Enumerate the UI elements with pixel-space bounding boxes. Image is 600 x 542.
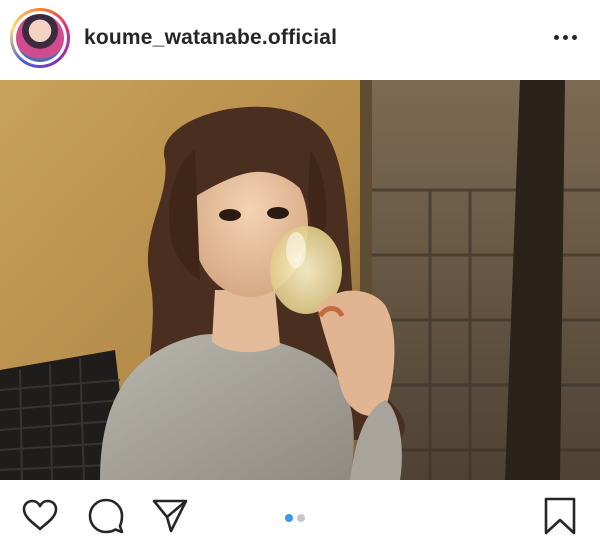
like-button[interactable] [20, 496, 60, 536]
comment-button[interactable] [86, 496, 126, 536]
send-icon [152, 499, 188, 533]
profile-avatar[interactable] [10, 8, 70, 68]
bookmark-icon [544, 497, 576, 535]
comment-icon [88, 498, 124, 534]
username-link[interactable]: koume_watanabe.official [84, 26, 337, 50]
heart-icon [22, 499, 58, 531]
carousel-indicator [285, 514, 315, 524]
avatar-image [16, 14, 64, 62]
carousel-dot[interactable] [285, 514, 293, 522]
share-button[interactable] [150, 496, 190, 536]
save-button[interactable] [540, 496, 580, 536]
more-horizontal-icon [554, 35, 559, 40]
post-photo [0, 80, 600, 480]
post-header: koume_watanabe.official [0, 0, 600, 78]
post-actions [0, 480, 600, 542]
more-options-button[interactable] [548, 26, 584, 50]
carousel-dot[interactable] [297, 514, 305, 522]
post-image[interactable] [0, 80, 600, 480]
